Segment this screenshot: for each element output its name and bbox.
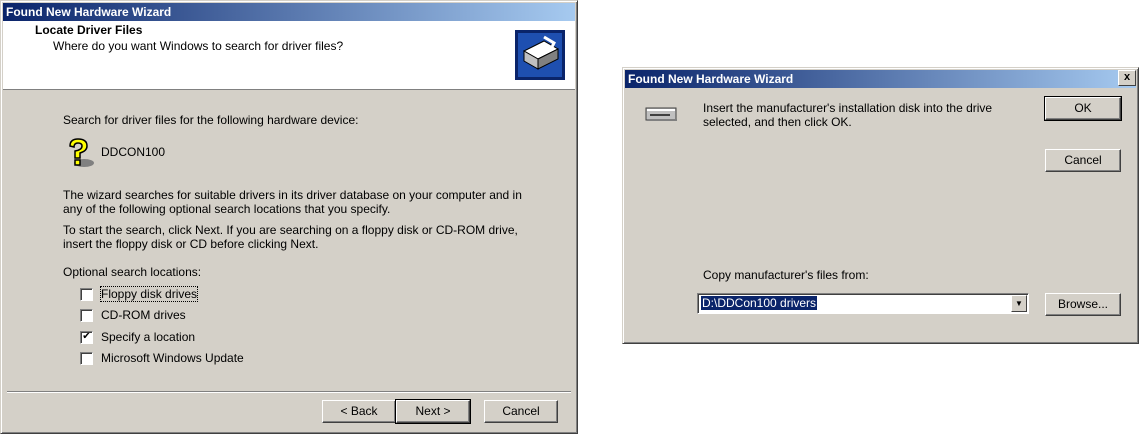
floppy-drives-checkbox[interactable]: Floppy disk drives [80, 286, 199, 302]
checkbox-box[interactable]: ✔ [80, 330, 93, 344]
back-button[interactable]: < Back [322, 400, 396, 423]
checkbox-label[interactable]: Floppy disk drives [99, 286, 199, 302]
windows-update-checkbox[interactable]: Microsoft Windows Update [80, 351, 244, 365]
insert-disk-dialog: Found New Hardware Wizard x Insert the m… [622, 67, 1139, 344]
checkbox-label[interactable]: Specify a location [101, 330, 195, 344]
checkbox-label[interactable]: Microsoft Windows Update [101, 351, 244, 365]
source-path-value[interactable]: D:\DDCon100 drivers [701, 296, 818, 310]
specify-location-checkbox[interactable]: ✔ Specify a location [80, 330, 195, 344]
unknown-device-icon [62, 136, 96, 170]
optional-locations-label: Optional search locations: [63, 265, 202, 279]
dialog-message-line-2: selected, and then click OK. [703, 115, 852, 129]
source-path-combobox[interactable]: D:\DDCon100 drivers ▼ [697, 293, 1029, 314]
checkbox-box[interactable] [80, 308, 93, 322]
cdrom-drives-checkbox[interactable]: CD-ROM drives [80, 308, 186, 322]
wizard-header-subtitle: Where do you want Windows to search for … [53, 39, 344, 53]
cancel-button[interactable]: Cancel [484, 400, 558, 423]
browse-button[interactable]: Browse... [1045, 293, 1121, 316]
checkbox-label[interactable]: CD-ROM drives [101, 308, 186, 322]
search-description-line-1: The wizard searches for suitable drivers… [63, 188, 522, 202]
hardware-install-icon [514, 29, 566, 81]
dialog-message-line-1: Insert the manufacturer's installation d… [703, 101, 993, 115]
wizard-header-title: Locate Driver Files [35, 23, 143, 37]
wizard-title-bar[interactable]: Found New Hardware Wizard [3, 3, 575, 21]
button-separator [7, 391, 571, 393]
dialog-title-bar[interactable]: Found New Hardware Wizard [625, 70, 1136, 88]
start-instructions-line-1: To start the search, click Next. If you … [63, 223, 518, 237]
disk-drive-icon [645, 105, 679, 125]
search-description-line-2: any of the following optional search loc… [63, 202, 391, 216]
intro-text: Search for driver files for the followin… [63, 113, 359, 127]
copy-from-label: Copy manufacturer's files from: [703, 268, 869, 282]
dialog-cancel-button[interactable]: Cancel [1045, 149, 1121, 172]
ok-button[interactable]: OK [1044, 96, 1122, 121]
chevron-down-icon[interactable]: ▼ [1011, 295, 1027, 312]
start-instructions-line-2: insert the floppy disk or CD before clic… [63, 237, 319, 251]
close-button[interactable]: x [1118, 70, 1136, 86]
device-name: DDCON100 [101, 145, 166, 159]
checkbox-box[interactable] [80, 287, 93, 301]
hardware-wizard-window: Found New Hardware Wizard Locate Driver … [0, 0, 578, 434]
checkbox-box[interactable] [80, 351, 93, 365]
next-button[interactable]: Next > [395, 399, 471, 424]
